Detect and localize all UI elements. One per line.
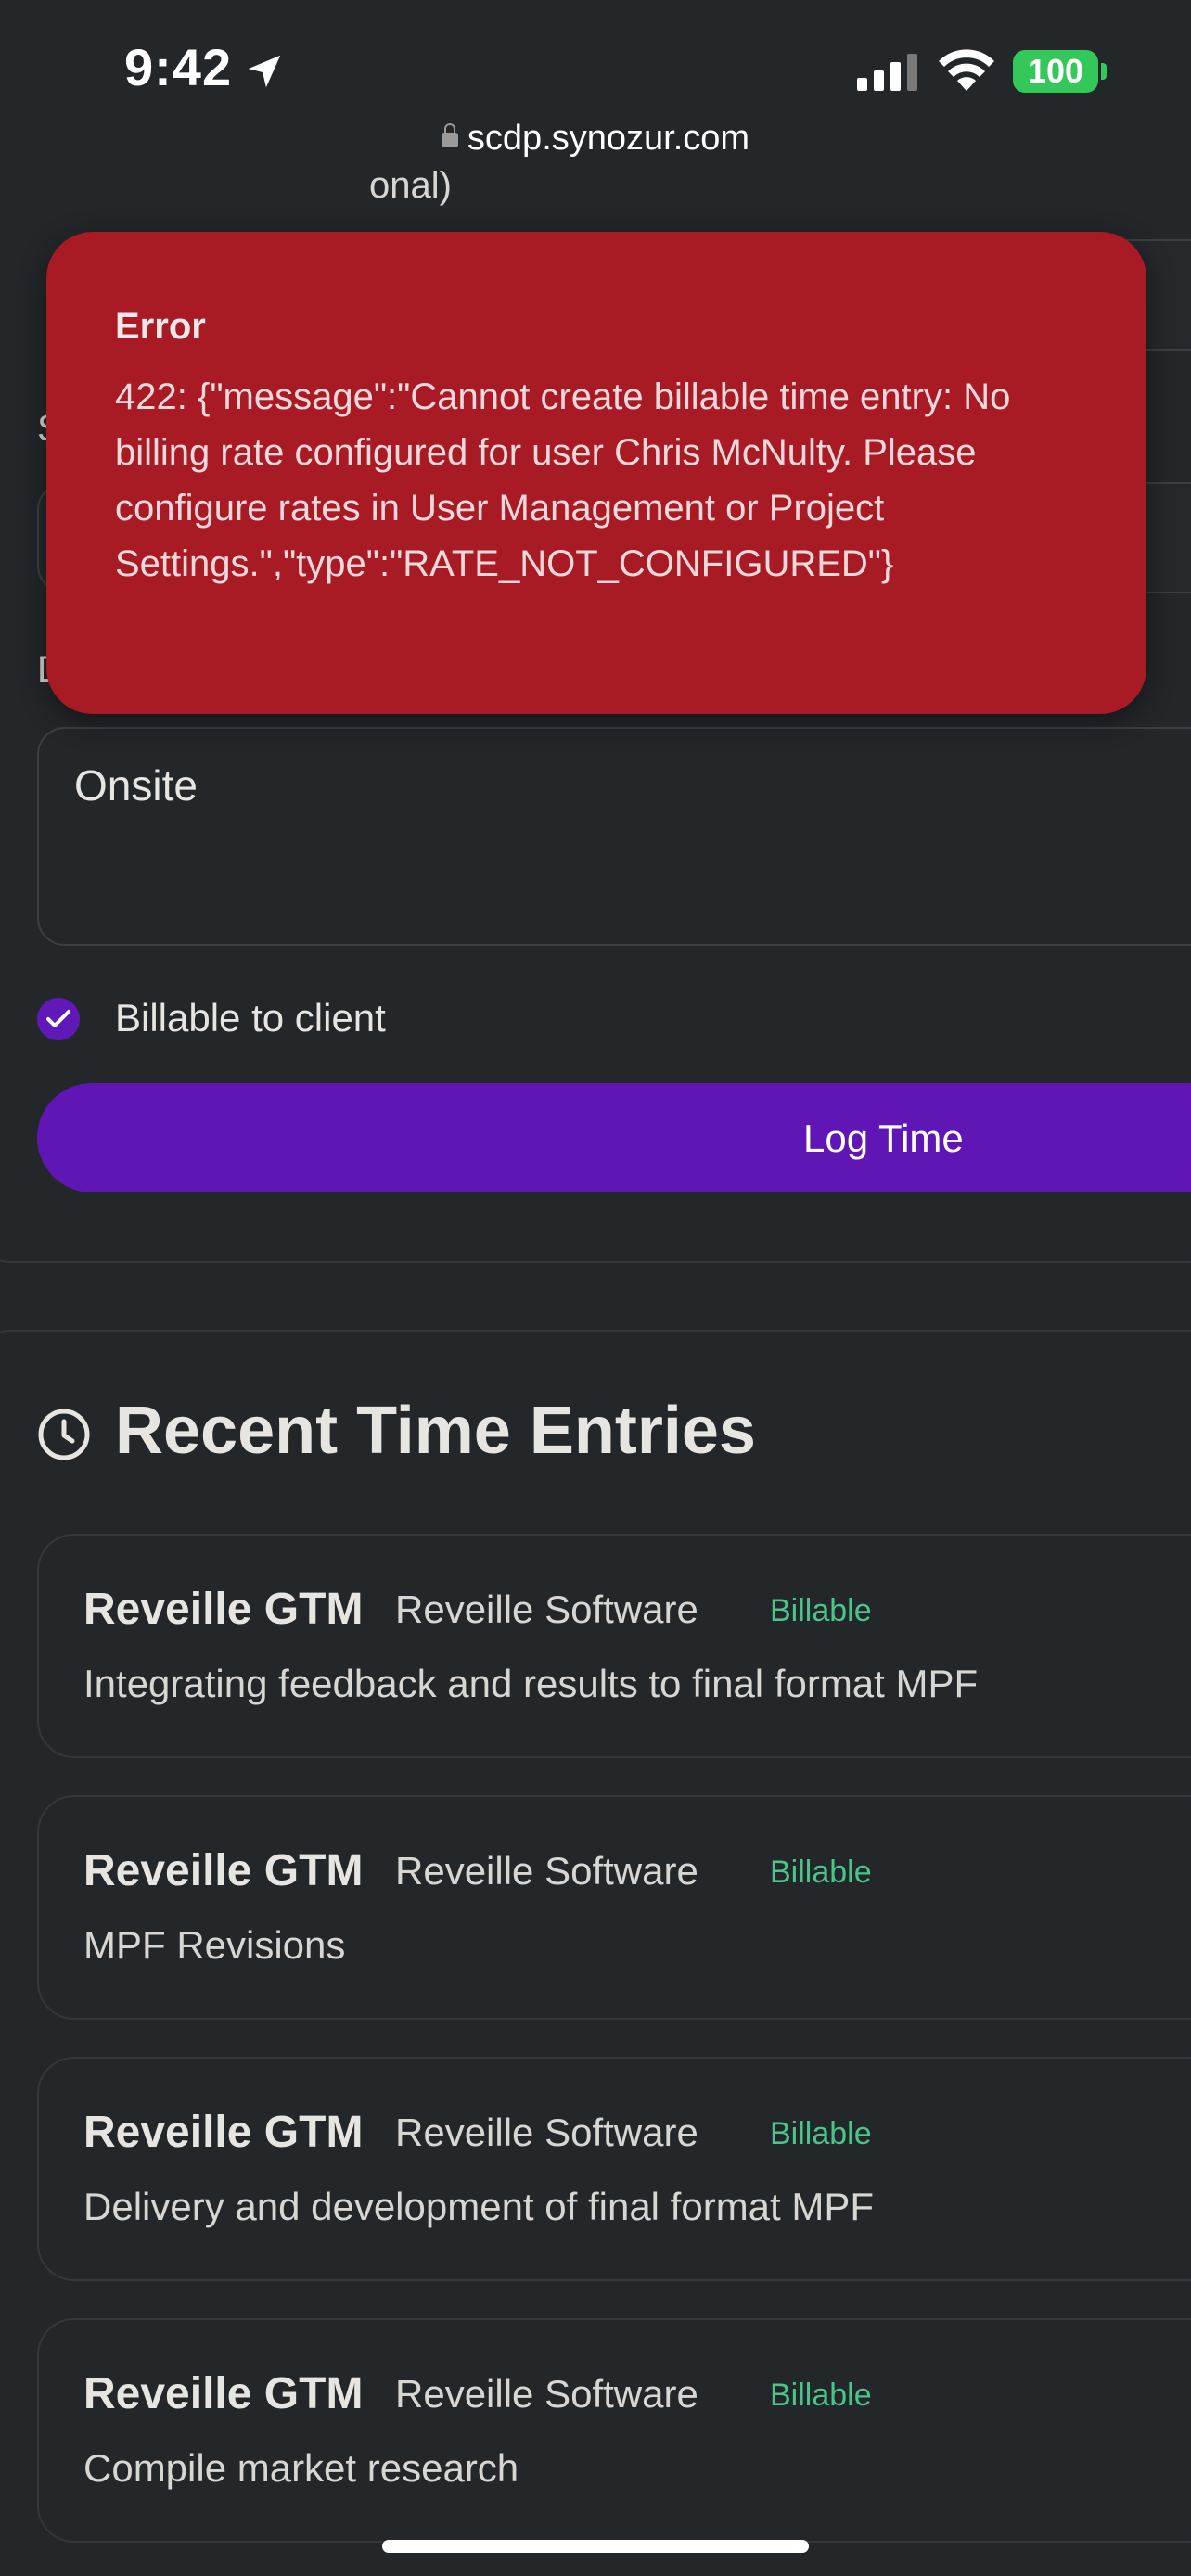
url-text: scdp.synozur.com xyxy=(467,119,750,158)
entry-project: Reveille GTM xyxy=(83,2108,364,2157)
entry-description: Integrating feedback and results to fina… xyxy=(83,1662,979,1705)
entry-description: Delivery and development of final format… xyxy=(83,2185,875,2228)
time-entry-card[interactable]: Reveille GTM Reveille Software Billable … xyxy=(37,2318,1191,2543)
log-time-button[interactable]: Log Time xyxy=(37,1083,1191,1192)
entry-project: Reveille GTM xyxy=(83,1585,364,1634)
status-bar: 9:42 100 scdp.synozur.com xyxy=(0,0,1191,189)
address-bar[interactable]: scdp.synozur.com xyxy=(0,119,1191,159)
battery-nub xyxy=(1101,63,1107,80)
entry-client: Reveille Software xyxy=(395,2111,698,2154)
entry-client: Reveille Software xyxy=(395,2372,698,2416)
time-entry-card[interactable]: Reveille GTM Reveille Software Billable … xyxy=(37,2057,1191,2281)
partial-field-label: onal) xyxy=(369,165,452,206)
cellular-signal-icon xyxy=(857,54,917,91)
location-arrow-icon xyxy=(248,55,281,88)
battery-indicator: 100 xyxy=(1013,50,1098,93)
billable-badge: Billable xyxy=(770,2116,872,2151)
checkmark-icon xyxy=(46,1010,70,1027)
recent-entries-title: Recent Time Entries xyxy=(115,1394,756,1468)
entry-project: Reveille GTM xyxy=(83,1846,364,1895)
screen: 9:42 100 scdp.synozur.com onal) S D Onsi… xyxy=(0,0,1191,2576)
error-toast-message: 422: {"message":"Cannot create billable … xyxy=(115,376,1011,584)
billable-label: Billable to client xyxy=(115,996,386,1039)
time-entry-card[interactable]: Reveille GTM Reveille Software Billable … xyxy=(37,1534,1191,1758)
log-time-label: Log Time xyxy=(803,1116,964,1160)
billable-checkbox[interactable] xyxy=(37,998,80,1040)
clock-icon xyxy=(38,1409,90,1460)
entry-project: Reveille GTM xyxy=(83,2369,364,2418)
billable-badge: Billable xyxy=(770,2378,872,2413)
error-toast-title: Error xyxy=(115,306,206,347)
status-time: 9:42 xyxy=(124,38,233,96)
wifi-icon xyxy=(939,49,994,91)
lock-icon xyxy=(441,123,458,147)
description-textarea[interactable]: Onsite xyxy=(37,727,1191,946)
billable-badge: Billable xyxy=(770,1593,872,1628)
time-entry-card[interactable]: Reveille GTM Reveille Software Billable … xyxy=(37,1795,1191,2020)
entry-description: MPF Revisions xyxy=(83,1923,346,1967)
entry-client: Reveille Software xyxy=(395,1849,698,1893)
home-indicator[interactable] xyxy=(382,2540,809,2553)
error-toast[interactable]: Error 422: {"message":"Cannot create bil… xyxy=(46,232,1146,714)
entry-client: Reveille Software xyxy=(395,1588,698,1631)
entry-description: Compile market research xyxy=(83,2446,519,2490)
description-value: Onsite xyxy=(74,761,198,810)
billable-badge: Billable xyxy=(770,1855,872,1890)
